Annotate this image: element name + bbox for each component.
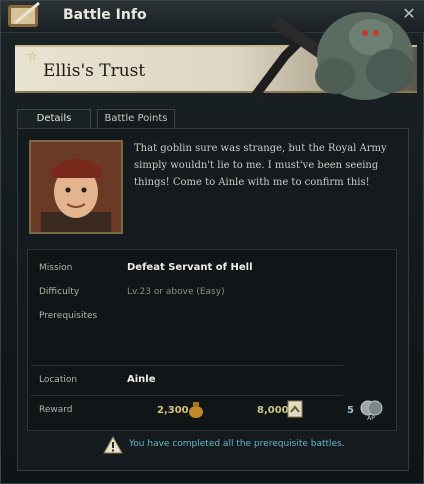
location-value: Ainle [127, 374, 156, 385]
warning-icon [103, 435, 123, 454]
gold-pouch-icon [189, 402, 203, 418]
location-label: Location [39, 375, 78, 385]
prerequisite-notice: You have completed all the prerequisite … [129, 439, 345, 449]
svg-text:AP: AP [367, 415, 375, 421]
window-title: Battle Info [63, 7, 147, 23]
npc-portrait [29, 140, 123, 234]
tab-details[interactable]: Details [17, 109, 91, 129]
ap-coin-icon: AP [360, 400, 383, 421]
mission-label: Mission [39, 263, 73, 273]
mission-info-box [27, 249, 397, 431]
battle-info-window: Battle Info ✕ ☆ Ellis's Trust Details Ba… [0, 0, 424, 484]
reward-gold: 2,300 [157, 405, 189, 416]
scroll-quill-icon [8, 1, 40, 27]
reward-label: Reward [39, 405, 73, 415]
difficulty-value: Lv.23 or above (Easy) [127, 287, 225, 297]
monster-illustration [251, 12, 414, 100]
reward-exp: 8,000 [257, 405, 289, 416]
npc-dialogue: That goblin sure was strange, but the Ro… [134, 143, 387, 188]
quest-title: Ellis's Trust [43, 61, 146, 81]
ellis-avatar [31, 142, 121, 232]
reward-ap: 5 [347, 405, 354, 416]
mission-value: Defeat Servant of Hell [127, 262, 253, 273]
star-icon: ☆ [27, 49, 38, 63]
prerequisites-label: Prerequisites [39, 311, 98, 321]
difficulty-label: Difficulty [39, 287, 80, 297]
divider [31, 365, 343, 366]
exp-badge-icon [287, 400, 303, 418]
divider [31, 395, 343, 396]
tab-battle-points[interactable]: Battle Points [97, 109, 175, 129]
